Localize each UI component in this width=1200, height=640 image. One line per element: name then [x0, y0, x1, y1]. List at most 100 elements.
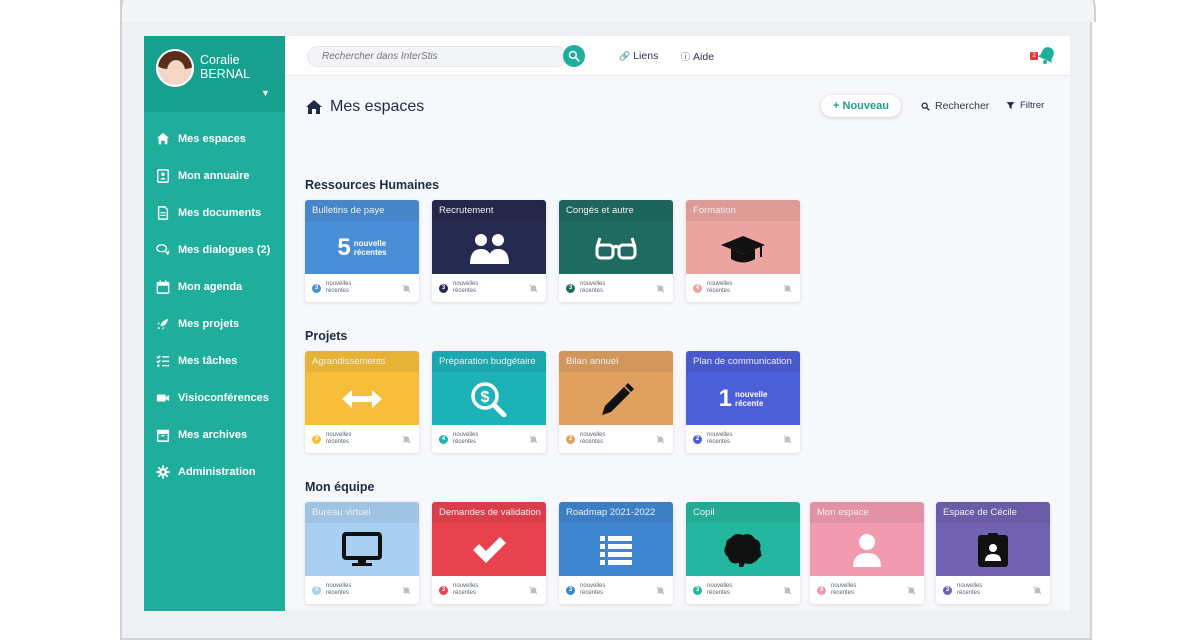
card-footer-text: nouvelles récentes	[957, 583, 982, 596]
card-body	[686, 523, 800, 576]
mute-bell-icon[interactable]	[783, 435, 792, 444]
card-title: Bureau virtuel	[305, 502, 419, 523]
sidebar-item-label: Mes documents	[178, 206, 262, 219]
mute-bell-icon[interactable]	[529, 284, 538, 293]
space-card[interactable]: Agrandissements 3 nouvelles récentes	[305, 351, 419, 453]
sidebar-item-tasks[interactable]: Mes tâches	[144, 342, 285, 379]
footer-line-2: récentes	[326, 438, 350, 445]
footer-line-2: récentes	[831, 589, 855, 596]
search-action[interactable]: Rechercher	[921, 100, 989, 112]
links-label: Liens	[633, 50, 659, 62]
search-button[interactable]	[563, 45, 585, 67]
footer-line-1: nouvelles	[707, 583, 733, 589]
section-title: Ressources Humaines	[305, 178, 440, 192]
space-card[interactable]: Espace de Cécile 3 nouvelles récentes	[936, 502, 1050, 604]
mute-bell-icon[interactable]	[656, 435, 665, 444]
links-link[interactable]: 🔗 Liens	[619, 50, 658, 62]
archive-icon	[156, 429, 170, 442]
monitor-icon	[342, 531, 382, 566]
sidebar-item-home[interactable]: Mes espaces	[144, 120, 285, 157]
mute-bell-icon[interactable]	[1033, 586, 1042, 595]
footer-line-2: récentes	[326, 287, 350, 294]
help-icon: ⓘ	[681, 52, 691, 62]
mute-bell-icon[interactable]	[907, 586, 916, 595]
footer-line-1: nouvelles	[453, 432, 479, 438]
sidebar-item-chat[interactable]: Mes dialogues (2)	[144, 231, 285, 268]
card-footer: 3 nouvelles récentes	[432, 576, 546, 604]
sidebar-item-label: Administration	[178, 465, 256, 478]
space-card[interactable]: Recrutement 3 nouvelles récentes	[432, 200, 546, 302]
recent-label-1: nouvelle	[734, 389, 768, 399]
sidebar-item-video[interactable]: Visioconférences	[144, 379, 285, 416]
mute-bell-icon[interactable]	[656, 586, 665, 595]
card-footer-text: nouvelles récentes	[831, 583, 856, 596]
sidebar-item-document[interactable]: Mes documents	[144, 194, 285, 231]
space-card[interactable]: Plan de communication 1 nouvelle récente 2…	[686, 351, 800, 453]
card-footer-text: nouvelles récentes	[707, 583, 732, 596]
user-profile[interactable]: Coralie BERNAL ▼	[144, 36, 285, 112]
mute-bell-icon[interactable]	[402, 435, 411, 444]
card-footer: 3 nouvelles récentes	[686, 576, 800, 604]
chevron-down-icon[interactable]: ▼	[261, 88, 270, 98]
space-card[interactable]: Bulletins de paye 5 nouvelle récentes 3 no…	[305, 200, 419, 302]
space-card[interactable]: Préparation budgétaire $ 4 nouvelles réce…	[432, 351, 546, 453]
new-button[interactable]: + Nouveau	[821, 95, 901, 117]
help-link[interactable]: ⓘ Aide	[681, 50, 714, 63]
recent-number: 1	[718, 384, 732, 412]
sidebar-item-archive[interactable]: Mes archives	[144, 416, 285, 453]
card-footer-text: nouvelles récentes	[580, 432, 605, 445]
card-footer: 4 nouvelles récentes	[432, 425, 546, 453]
mute-bell-icon[interactable]	[402, 586, 411, 595]
user-name: Coralie BERNAL	[200, 53, 250, 81]
footer-line-2: récentes	[453, 438, 477, 445]
arrows-horizontal-icon	[342, 389, 382, 408]
mute-bell-icon[interactable]	[529, 435, 538, 444]
filter-action[interactable]: Filtrer	[1006, 100, 1044, 111]
mute-bell-icon[interactable]	[656, 284, 665, 293]
sidebar-item-rocket[interactable]: Mes projets	[144, 305, 285, 342]
page-title-text: Mes espaces	[330, 98, 425, 115]
footer-line-1: nouvelles	[580, 432, 606, 438]
sidebar-item-gear[interactable]: Administration	[144, 453, 285, 490]
mute-bell-icon[interactable]	[783, 284, 792, 293]
tasks-icon	[156, 354, 170, 367]
card-body	[686, 221, 800, 274]
space-card[interactable]: Bureau virtuel 3 nouvelles récentes	[305, 502, 419, 604]
sidebar-item-label: Mon annuaire	[178, 169, 250, 182]
card-body	[305, 523, 419, 576]
footer-line-2: récentes	[580, 438, 604, 445]
footer-line-1: nouvelles	[957, 583, 983, 589]
card-title: Plan de communication	[686, 351, 800, 372]
bell-icon[interactable]	[1037, 45, 1057, 65]
footer-line-1: nouvelles	[580, 583, 606, 589]
footer-line-2: récentes	[326, 589, 350, 596]
mute-bell-icon[interactable]	[402, 284, 411, 293]
space-card[interactable]: Demandes de validation 3 nouvelles récent…	[432, 502, 546, 604]
footer-line-1: nouvelles	[707, 281, 733, 287]
space-card[interactable]: Roadmap 2021-2022 3 nouvelles récentes	[559, 502, 673, 604]
mute-bell-icon[interactable]	[783, 586, 792, 595]
link-icon: 🔗	[619, 50, 631, 61]
card-footer: 3 nouvelles récentes	[305, 274, 419, 302]
sidebar-item-label: Mes tâches	[178, 354, 238, 367]
search-icon	[568, 50, 580, 62]
space-card[interactable]: Congés et autre 3 nouvelles récentes	[559, 200, 673, 302]
address-book-icon	[157, 168, 169, 183]
user-last-name: BERNAL	[200, 67, 251, 81]
mute-bell-icon[interactable]	[529, 586, 538, 595]
space-card[interactable]: Bilan annuel 2 nouvelles récentes	[559, 351, 673, 453]
space-card[interactable]: Copil 3 nouvelles récentes	[686, 502, 800, 604]
sidebar-item-address-book[interactable]: Mon annuaire	[144, 157, 285, 194]
sidebar-item-calendar[interactable]: Mon agenda	[144, 268, 285, 305]
card-footer-text: nouvelles récentes	[453, 281, 478, 294]
search-input[interactable]	[307, 46, 567, 67]
card-body: $	[432, 372, 546, 425]
space-card[interactable]: Mon espace 3 nouvelles récentes	[810, 502, 924, 604]
footer-line-1: nouvelles	[326, 281, 352, 287]
card-body: 1 nouvelle récente	[686, 372, 800, 425]
footer-line-2: récentes	[957, 589, 981, 596]
card-footer: 3 nouvelles récentes	[936, 576, 1050, 604]
count-badge: 3	[566, 284, 575, 293]
footer-line-2: récentes	[707, 287, 731, 294]
space-card[interactable]: Formation 4 nouvelles récentes	[686, 200, 800, 302]
